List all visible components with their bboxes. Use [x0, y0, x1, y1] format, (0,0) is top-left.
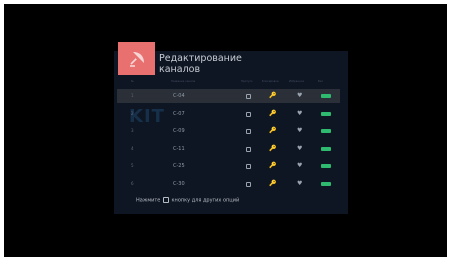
- lock-icon[interactable]: 🔑: [269, 127, 276, 135]
- hint-text-after: кнопку для других опций: [171, 197, 240, 204]
- heart-icon[interactable]: ♥: [297, 180, 302, 188]
- channel-number: 2: [131, 111, 134, 116]
- channel-number: 3: [131, 128, 134, 133]
- lock-icon[interactable]: 🔑: [269, 92, 276, 100]
- hint-text-before: Нажмите: [136, 197, 161, 204]
- lock-icon[interactable]: 🔑: [269, 180, 276, 188]
- channel-row-1[interactable]: 1 C-04 🔑 ♥: [117, 89, 340, 103]
- skip-checkbox-icon[interactable]: [246, 164, 251, 169]
- enabled-toggle-icon[interactable]: [321, 93, 331, 98]
- channel-number: 4: [131, 146, 134, 151]
- enabled-toggle-icon[interactable]: [321, 146, 331, 151]
- header-channel-name: Название канала: [171, 80, 196, 83]
- enabled-toggle-icon[interactable]: [321, 181, 331, 186]
- header-enabled: Вкл: [318, 80, 324, 83]
- header-lock: Блокировка: [262, 80, 279, 83]
- satellite-dish-icon: [118, 42, 155, 75]
- title-line-2: каналов: [159, 63, 201, 75]
- channel-number: 5: [131, 163, 134, 168]
- channel-row-6[interactable]: 6 C-30 🔑 ♥: [117, 177, 340, 191]
- heart-icon[interactable]: ♥: [297, 110, 302, 118]
- header-number: №: [131, 80, 134, 83]
- dialog-title: Редактирование каналов: [159, 53, 279, 75]
- enabled-toggle-icon[interactable]: [321, 163, 331, 168]
- header-skip: Пропуск: [241, 80, 253, 83]
- options-hint: Нажмите кнопку для других опций: [136, 197, 239, 204]
- channel-row-4[interactable]: 4 C-11 🔑 ♥: [117, 142, 340, 156]
- channel-row-2[interactable]: 2 C-07 🔑 ♥: [117, 107, 340, 121]
- lock-icon[interactable]: 🔑: [269, 145, 276, 153]
- heart-icon[interactable]: ♥: [297, 162, 302, 170]
- channel-name: C-25: [173, 162, 185, 169]
- skip-checkbox-icon[interactable]: [246, 112, 251, 117]
- title-line-1: Редактирование: [159, 53, 242, 64]
- channel-name: C-30: [173, 180, 185, 187]
- heart-icon[interactable]: ♥: [297, 127, 302, 135]
- lock-icon[interactable]: 🔑: [269, 110, 276, 118]
- channel-name: C-11: [173, 145, 185, 152]
- skip-checkbox-icon[interactable]: [246, 129, 251, 134]
- skip-checkbox-icon[interactable]: [246, 147, 251, 152]
- enabled-toggle-icon[interactable]: [321, 128, 331, 133]
- heart-icon[interactable]: ♥: [297, 145, 302, 153]
- header-favorite: Избранное: [289, 80, 305, 83]
- channel-name: C-04: [173, 92, 185, 99]
- channel-name: C-09: [173, 127, 185, 134]
- skip-checkbox-icon[interactable]: [246, 182, 251, 187]
- channel-name: C-07: [173, 110, 185, 117]
- heart-icon[interactable]: ♥: [297, 92, 302, 100]
- options-key-icon: [162, 197, 169, 203]
- enabled-toggle-icon[interactable]: [321, 111, 331, 116]
- channel-number: 1: [131, 93, 134, 98]
- skip-checkbox-icon[interactable]: [246, 94, 251, 99]
- lock-icon[interactable]: 🔑: [269, 162, 276, 170]
- channel-row-5[interactable]: 5 C-25 🔑 ♥: [117, 159, 340, 173]
- channel-number: 6: [131, 181, 134, 186]
- channel-row-3[interactable]: 3 C-09 🔑 ♥: [117, 124, 340, 138]
